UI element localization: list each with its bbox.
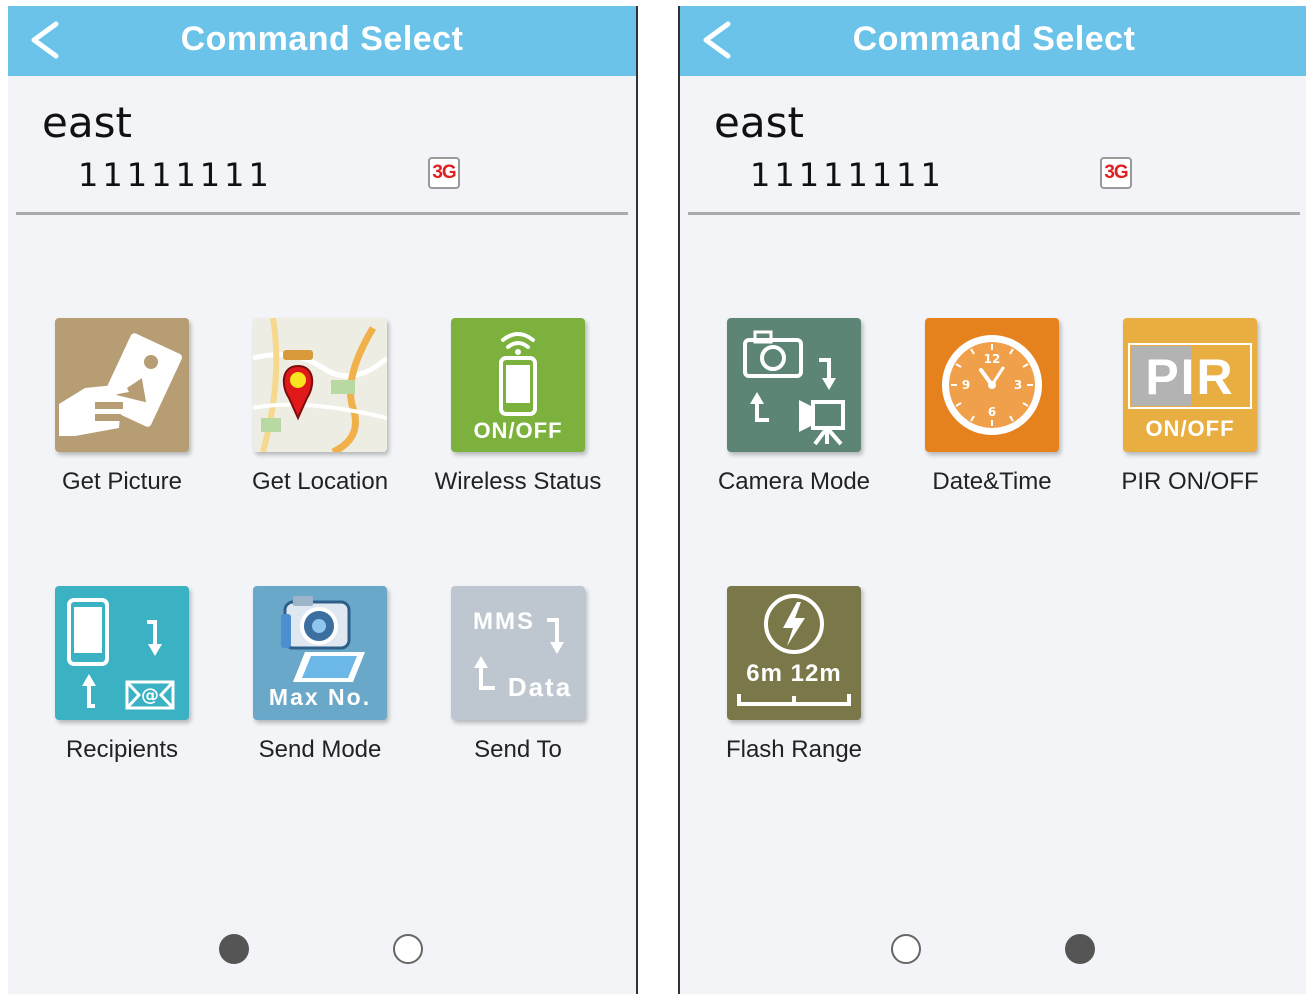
network-3g-badge: 3G: [1100, 157, 1132, 189]
flash-range-button[interactable]: 6m 12m Flash Range: [694, 586, 894, 764]
page-indicator-dot-1[interactable]: [891, 934, 921, 964]
divider: [16, 212, 628, 215]
send-to-label: Send To: [474, 736, 562, 763]
date-time-label: Date&Time: [932, 468, 1052, 495]
get-location-button[interactable]: Get Location: [220, 318, 420, 496]
wireless-status-button[interactable]: ON/OFF Wireless Status: [418, 318, 618, 496]
send-mode-max-text: Max No.: [268, 684, 372, 710]
get-picture-label: Get Picture: [61, 468, 183, 495]
get-picture-icon: [55, 318, 189, 452]
pir-onoff-button[interactable]: PIR ON/OFF PIR ON/OFF: [1090, 318, 1290, 496]
camera-mode-button[interactable]: Camera Mode: [694, 318, 894, 496]
send-mode-label: Send Mode: [258, 736, 382, 763]
page-indicator-dot-2[interactable]: [1065, 934, 1095, 964]
get-picture-button[interactable]: Get Picture: [22, 318, 222, 496]
send-mode-button[interactable]: Max No. Send Mode: [220, 586, 420, 764]
network-3g-badge: 3G: [428, 157, 460, 189]
clock-number-12: 12: [984, 352, 1001, 366]
recipients-button[interactable]: @ Recipients: [22, 586, 222, 764]
send-to-icon: MMS Data: [451, 586, 585, 720]
recipients-label: Recipients: [65, 736, 179, 763]
page-title: Command Select: [852, 20, 1136, 58]
title-bar: Command Select: [8, 6, 636, 76]
date-time-button[interactable]: 12 3 6 9 Date&Time: [892, 318, 1092, 496]
camera-mode-label: Camera Mode: [717, 468, 871, 495]
flash-range-icon: 6m 12m: [727, 586, 861, 720]
pir-onoff-text: ON/OFF: [1145, 416, 1235, 441]
title-bar: Command Select: [680, 6, 1306, 76]
device-number: 11111111: [750, 156, 945, 194]
send-to-mms-text: MMS: [473, 608, 535, 635]
flash-range-label: Flash Range: [725, 736, 863, 763]
camera-mode-icon: [727, 318, 861, 452]
page-indicator-dot-2[interactable]: [393, 934, 423, 964]
device-number: 11111111: [78, 156, 273, 194]
clock-number-3: 3: [1014, 378, 1022, 392]
clock-number-9: 9: [962, 378, 970, 392]
command-select-screen-page-2: Command Select east 11111111 3G Camera M…: [678, 6, 1306, 994]
send-mode-icon: Max No.: [253, 586, 387, 720]
device-name: east: [42, 98, 132, 147]
pir-onoff-label: PIR ON/OFF: [1121, 468, 1259, 495]
clock-number-6: 6: [988, 405, 996, 419]
page-title: Command Select: [180, 20, 464, 58]
send-to-data-text: Data: [507, 672, 573, 702]
flash-range-distance-text: 6m 12m: [746, 660, 842, 687]
device-name: east: [714, 98, 804, 147]
recipients-icon: @: [55, 586, 189, 720]
wireless-status-label: Wireless Status: [434, 468, 602, 495]
get-location-label: Get Location: [251, 468, 389, 495]
send-to-button[interactable]: MMS Data Send To: [418, 586, 618, 764]
get-location-icon: [253, 318, 387, 452]
wireless-status-icon: ON/OFF: [451, 318, 585, 452]
divider: [688, 212, 1300, 215]
svg-text:@: @: [141, 685, 159, 706]
wireless-onoff-text: ON/OFF: [473, 418, 563, 443]
pir-icon: PIR ON/OFF: [1123, 318, 1257, 452]
command-select-screen-page-1: Command Select east 11111111 3G Get Pict…: [8, 6, 638, 994]
date-time-icon: 12 3 6 9: [925, 318, 1059, 452]
pir-text: PIR: [1145, 349, 1235, 405]
page-indicator-dot-1[interactable]: [219, 934, 249, 964]
